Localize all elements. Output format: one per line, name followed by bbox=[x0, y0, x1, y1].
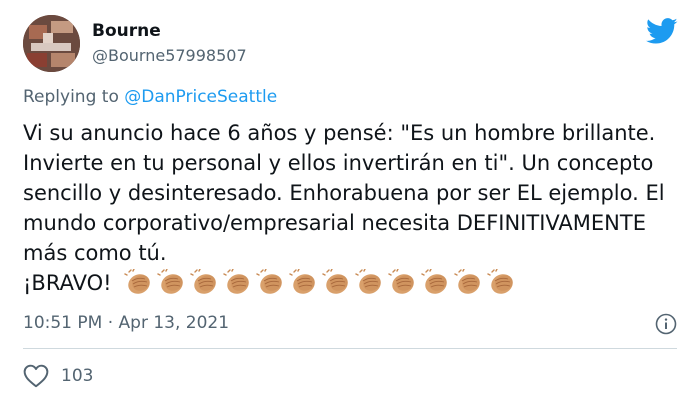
clapping-hands-icon bbox=[355, 269, 381, 294]
tweet-line: más como tú. bbox=[23, 241, 167, 265]
tweet-line: sencillo y desinteresado. Enhorabuena po… bbox=[23, 181, 665, 205]
heart-icon[interactable] bbox=[23, 364, 49, 388]
clapping-hands-icon bbox=[421, 269, 447, 294]
user-handle[interactable]: @Bourne57998507 bbox=[92, 46, 247, 65]
reply-mention-link[interactable]: @DanPriceSeattle bbox=[124, 87, 277, 107]
like-count: 103 bbox=[61, 366, 94, 386]
clapping-hands-icon bbox=[157, 269, 183, 294]
tweet-timestamp[interactable]: 10:51 PM · Apr 13, 2021 bbox=[23, 313, 229, 333]
clapping-hands-icon bbox=[322, 269, 348, 294]
tweet-final-line: ¡BRAVO! bbox=[23, 268, 683, 298]
clapping-hands-icon bbox=[289, 269, 315, 294]
clapping-hands-icon bbox=[223, 269, 249, 294]
clapping-hands-icon bbox=[256, 269, 282, 294]
tweet-line: mundo corporativo/empresarial necesita D… bbox=[23, 211, 646, 235]
clap-emoji-row bbox=[124, 269, 516, 295]
tweet-line: Invierte en tu personal y ellos invertir… bbox=[23, 151, 654, 175]
twitter-bird-icon[interactable] bbox=[646, 18, 678, 45]
tweet-line: Vi su anuncio hace 6 años y pensé: "Es u… bbox=[23, 121, 656, 145]
clapping-hands-icon bbox=[190, 269, 216, 294]
tweet-date: Apr 13, 2021 bbox=[118, 313, 230, 333]
divider bbox=[23, 348, 677, 349]
tweet-time: 10:51 PM bbox=[23, 313, 103, 333]
clapping-hands-icon bbox=[454, 269, 480, 294]
tweet-card: Bourne @Bourne57998507 Replying to @DanP… bbox=[0, 0, 700, 403]
display-name[interactable]: Bourne bbox=[92, 21, 161, 41]
clapping-hands-icon bbox=[124, 269, 150, 294]
info-icon[interactable] bbox=[655, 313, 677, 335]
clapping-hands-icon bbox=[388, 269, 414, 294]
clapping-hands-icon bbox=[487, 269, 513, 294]
replying-to: Replying to @DanPriceSeattle bbox=[23, 87, 277, 107]
avatar[interactable] bbox=[23, 15, 80, 72]
timestamp-separator: · bbox=[107, 313, 114, 333]
replying-prefix: Replying to bbox=[23, 87, 119, 107]
bravo-text: ¡BRAVO! bbox=[23, 271, 112, 295]
like-action[interactable]: 103 bbox=[23, 364, 93, 388]
tweet-text: Vi su anuncio hace 6 años y pensé: "Es u… bbox=[23, 118, 683, 298]
